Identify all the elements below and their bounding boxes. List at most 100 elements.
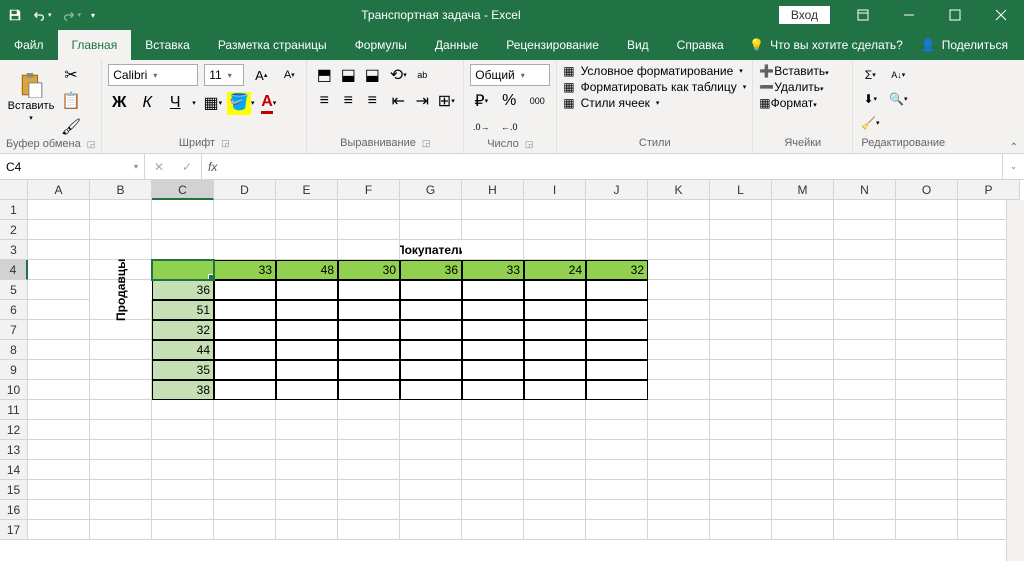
cell-M9[interactable] <box>772 360 834 380</box>
cell-M1[interactable] <box>772 200 834 220</box>
cell-I6[interactable] <box>524 300 586 320</box>
cell-D5[interactable] <box>214 280 276 300</box>
col-header-K[interactable]: K <box>648 180 710 200</box>
ribbon-display-icon[interactable] <box>840 0 886 30</box>
conditional-formatting-button[interactable]: ▦Условное форматирование▾ <box>563 64 746 78</box>
cell-G14[interactable] <box>400 460 462 480</box>
cell-H14[interactable] <box>462 460 524 480</box>
cells-area[interactable]: Покупатели33483036332432Продавцы36513244… <box>28 200 1020 540</box>
redo-icon[interactable]: ▾ <box>62 8 82 22</box>
cell-K4[interactable] <box>648 260 710 280</box>
cell-A9[interactable] <box>28 360 90 380</box>
cell-I4[interactable]: 24 <box>524 260 586 280</box>
cell-A17[interactable] <box>28 520 90 540</box>
tab-home[interactable]: Главная <box>58 30 132 60</box>
cell-C2[interactable] <box>152 220 214 240</box>
cell-K2[interactable] <box>648 220 710 240</box>
cell-J4[interactable]: 32 <box>586 260 648 280</box>
cell-N9[interactable] <box>834 360 896 380</box>
col-header-L[interactable]: L <box>710 180 772 200</box>
cell-M12[interactable] <box>772 420 834 440</box>
cell-L17[interactable] <box>710 520 772 540</box>
cell-O9[interactable] <box>896 360 958 380</box>
cell-D7[interactable] <box>214 320 276 340</box>
font-color-button[interactable]: A▾ <box>258 92 280 114</box>
row-header-14[interactable]: 14 <box>0 460 28 480</box>
cell-O3[interactable] <box>896 240 958 260</box>
cell-O5[interactable] <box>896 280 958 300</box>
cell-L11[interactable] <box>710 400 772 420</box>
cell-M16[interactable] <box>772 500 834 520</box>
underline-button[interactable]: Ч <box>164 92 186 114</box>
cell-O8[interactable] <box>896 340 958 360</box>
cell-C9[interactable]: 35 <box>152 360 214 380</box>
cell-D9[interactable] <box>214 360 276 380</box>
qat-customize-icon[interactable]: ▾ <box>91 11 95 20</box>
cell-M17[interactable] <box>772 520 834 540</box>
cell-C3[interactable] <box>152 240 214 260</box>
cell-A15[interactable] <box>28 480 90 500</box>
row-header-5[interactable]: 5 <box>0 280 28 300</box>
cell-D12[interactable] <box>214 420 276 440</box>
delete-cells-button[interactable]: ➖Удалить▾ <box>759 80 846 94</box>
cell-K12[interactable] <box>648 420 710 440</box>
cell-M15[interactable] <box>772 480 834 500</box>
cell-F1[interactable] <box>338 200 400 220</box>
cell-A6[interactable] <box>28 300 90 320</box>
cell-L4[interactable] <box>710 260 772 280</box>
cell-M14[interactable] <box>772 460 834 480</box>
fx-label[interactable]: fx <box>202 154 223 179</box>
row-header-11[interactable]: 11 <box>0 400 28 420</box>
cell-E11[interactable] <box>276 400 338 420</box>
cell-M13[interactable] <box>772 440 834 460</box>
cell-A7[interactable] <box>28 320 90 340</box>
cell-D4[interactable]: 33 <box>214 260 276 280</box>
cell-K10[interactable] <box>648 380 710 400</box>
cell-C11[interactable] <box>152 400 214 420</box>
cell-C5[interactable]: 36 <box>152 280 214 300</box>
cell-C10[interactable]: 38 <box>152 380 214 400</box>
maximize-icon[interactable] <box>932 0 978 30</box>
cell-L8[interactable] <box>710 340 772 360</box>
cell-G5[interactable] <box>400 280 462 300</box>
cell-E15[interactable] <box>276 480 338 500</box>
col-header-D[interactable]: D <box>214 180 276 200</box>
cell-I2[interactable] <box>524 220 586 240</box>
cell-I10[interactable] <box>524 380 586 400</box>
cell-E3[interactable] <box>276 240 338 260</box>
cell-B17[interactable] <box>90 520 152 540</box>
tab-view[interactable]: Вид <box>613 30 663 60</box>
cell-L15[interactable] <box>710 480 772 500</box>
share-button[interactable]: 👤 Поделиться <box>921 38 1008 52</box>
cell-G8[interactable] <box>400 340 462 360</box>
cell-O4[interactable] <box>896 260 958 280</box>
cell-O16[interactable] <box>896 500 958 520</box>
cell-G12[interactable] <box>400 420 462 440</box>
undo-icon[interactable]: ▾ <box>32 8 52 22</box>
cell-E6[interactable] <box>276 300 338 320</box>
select-all-corner[interactable] <box>0 180 28 200</box>
cell-N17[interactable] <box>834 520 896 540</box>
cell-C1[interactable] <box>152 200 214 220</box>
cell-J8[interactable] <box>586 340 648 360</box>
cell-F2[interactable] <box>338 220 400 240</box>
cell-O2[interactable] <box>896 220 958 240</box>
merge-button[interactable]: ⊞▾ <box>435 90 457 112</box>
cell-B16[interactable] <box>90 500 152 520</box>
decrease-indent-icon[interactable]: ⇤ <box>387 90 409 112</box>
col-header-J[interactable]: J <box>586 180 648 200</box>
cell-J6[interactable] <box>586 300 648 320</box>
cell-A2[interactable] <box>28 220 90 240</box>
col-header-G[interactable]: G <box>400 180 462 200</box>
cell-F14[interactable] <box>338 460 400 480</box>
increase-font-icon[interactable]: A▴ <box>250 64 272 86</box>
cell-J15[interactable] <box>586 480 648 500</box>
cell-M10[interactable] <box>772 380 834 400</box>
cell-B5[interactable]: Продавцы <box>90 280 152 300</box>
cell-M7[interactable] <box>772 320 834 340</box>
cell-F11[interactable] <box>338 400 400 420</box>
cell-N8[interactable] <box>834 340 896 360</box>
cell-O15[interactable] <box>896 480 958 500</box>
cell-L1[interactable] <box>710 200 772 220</box>
cell-G2[interactable] <box>400 220 462 240</box>
